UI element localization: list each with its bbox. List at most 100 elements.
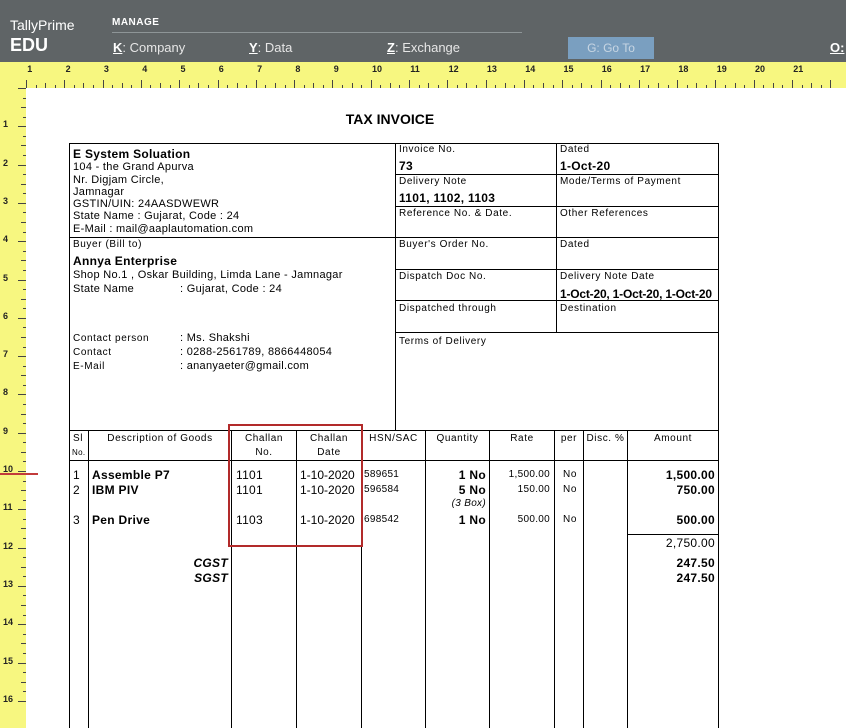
- goto-button[interactable]: G: Go To: [568, 37, 654, 59]
- ruler-tick: [18, 356, 26, 358]
- seller-state: State Name : Gujarat, Code : 24: [73, 210, 240, 222]
- cgst-value: 247.50: [676, 556, 715, 570]
- ruler-tick: [610, 85, 612, 88]
- ruler-tick: [23, 614, 26, 616]
- row-description: Assemble P7: [92, 468, 171, 482]
- ruler-tick: [562, 80, 564, 88]
- ruler-tick: [18, 624, 26, 626]
- ruler-number: 1: [27, 64, 33, 74]
- row-rate: 500.00: [517, 514, 550, 525]
- ruler-tick: [18, 509, 26, 511]
- row-amount: 500.00: [676, 513, 715, 527]
- menu-company[interactable]: K: Company: [113, 40, 185, 55]
- ruler-tick: [504, 83, 506, 88]
- dated-label: Dated: [560, 144, 590, 155]
- ruler-number: 12: [3, 540, 14, 551]
- ruler-number: 19: [716, 64, 727, 74]
- ruler-tick: [533, 85, 535, 88]
- subtotal-line: [628, 534, 718, 535]
- ruler-tick: [23, 155, 26, 157]
- ruler-tick: [23, 557, 26, 559]
- ruler-tick: [23, 461, 26, 463]
- dispatched-through-label: Dispatched through: [399, 303, 497, 314]
- ruler-tick: [23, 691, 26, 693]
- ruler-tick: [23, 442, 26, 444]
- row-rate: 150.00: [517, 484, 550, 495]
- ruler-tick: [23, 97, 26, 99]
- ruler-tick: [23, 174, 26, 176]
- ruler-tick: [389, 83, 391, 88]
- ruler-tick: [26, 80, 27, 88]
- row-sl: 3: [73, 513, 80, 527]
- row-description: IBM PIV: [92, 483, 139, 497]
- ruler-tick: [744, 85, 746, 88]
- ruler-number: 15: [3, 655, 14, 666]
- ruler-tick: [370, 80, 372, 88]
- menu-extra[interactable]: O:: [830, 40, 844, 55]
- ruler-tick: [18, 279, 26, 281]
- ruler-tick: [476, 85, 478, 88]
- ruler-tick: [447, 80, 449, 88]
- ruler-tick: [21, 375, 26, 377]
- ruler-tick: [140, 80, 142, 88]
- ruler-tick: [35, 85, 37, 88]
- menu-data[interactable]: Y: Data: [249, 40, 292, 55]
- meta-line-2: [395, 206, 718, 207]
- ruler-tick: [93, 85, 95, 88]
- ruler-tick: [313, 83, 315, 88]
- menu-exchange[interactable]: Z: Exchange: [387, 40, 460, 55]
- ruler-tick: [23, 212, 26, 214]
- col-hsn: HSN/SAC: [369, 433, 418, 444]
- meta-line-1: [395, 174, 718, 175]
- ruler-tick: [160, 83, 162, 88]
- email-value: : ananyaeter@gmail.com: [180, 360, 310, 372]
- buyers-order-label: Buyer's Order No.: [399, 239, 489, 250]
- row-sl: 2: [73, 483, 80, 497]
- ruler-tick: [18, 700, 26, 702]
- ruler-tick: [23, 308, 26, 310]
- invoice-title: TAX INVOICE: [345, 111, 435, 127]
- delivery-note: 1101, 1102, 1103: [399, 191, 496, 205]
- ruler-tick: [150, 85, 152, 88]
- app-edition: EDU: [10, 35, 49, 55]
- ruler-tick: [21, 566, 26, 568]
- contact-person: : Ms. Shakshi: [180, 332, 250, 344]
- ruler-number: 4: [142, 64, 148, 74]
- row-per: No: [563, 514, 577, 525]
- ruler-tick: [677, 80, 679, 88]
- ruler-tick: [763, 85, 765, 88]
- ruler-number: 4: [3, 234, 9, 245]
- ruler-tick: [23, 652, 26, 654]
- row-amount: 1,500.00: [665, 468, 715, 482]
- seller-address-3: Jamnagar: [73, 186, 125, 198]
- col-amount: Amount: [653, 433, 693, 444]
- ruler-number: 13: [3, 578, 14, 589]
- seller-name: E System Soluation: [73, 147, 191, 161]
- ruler-number: 16: [601, 64, 612, 74]
- ruler-tick: [18, 432, 26, 434]
- ruler-tick: [18, 547, 26, 549]
- email-label: E-Mail: [73, 361, 105, 372]
- ruler-tick: [102, 80, 104, 88]
- manage-label: MANAGE: [112, 17, 160, 28]
- ruler-tick: [112, 85, 114, 88]
- seller-email: E-Mail : mail@aaplautomation.com: [73, 223, 254, 235]
- ruler-tick: [23, 518, 26, 520]
- ruler-tick: [801, 85, 803, 88]
- col-per: per: [560, 433, 578, 444]
- ruler-tick: [236, 83, 238, 88]
- ruler-number: 1: [3, 119, 9, 130]
- ruler-number: 3: [103, 64, 109, 74]
- buyer-state-value: : Gujarat, Code : 24: [180, 283, 282, 295]
- meta-line-4: [395, 269, 718, 270]
- ruler-tick: [169, 85, 171, 88]
- ruler-tick: [322, 85, 324, 88]
- ruler-tick: [121, 83, 123, 88]
- seller-address-1: 104 - the Grand Apurva: [73, 161, 194, 173]
- ruler-tick: [341, 85, 343, 88]
- ruler-tick: [23, 403, 26, 405]
- ruler-tick: [724, 85, 726, 88]
- reference-label: Reference No. & Date.: [399, 208, 513, 219]
- ruler-tick: [23, 346, 26, 348]
- ruler-tick: [255, 80, 257, 88]
